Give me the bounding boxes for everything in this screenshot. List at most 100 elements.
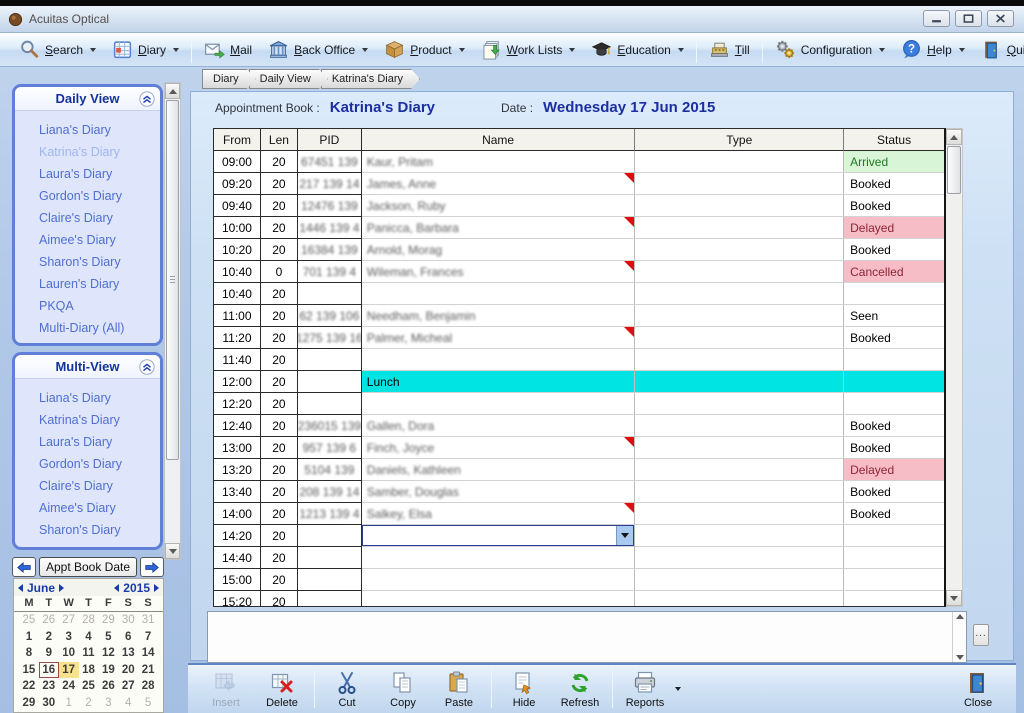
paste-button[interactable]: Paste	[431, 666, 487, 712]
cell-len[interactable]: 20	[261, 151, 298, 173]
cell-pid[interactable]	[298, 569, 362, 591]
cell-type[interactable]	[635, 349, 844, 371]
calendar-day[interactable]: 6	[118, 629, 138, 646]
calendar-day[interactable]: 22	[19, 678, 39, 695]
calendar-day-today[interactable]: 16	[39, 662, 59, 679]
cell-name[interactable]: Finch, Joyce	[362, 437, 636, 459]
calendar-day[interactable]: 7	[138, 629, 158, 646]
scroll-up-arrow[interactable]	[165, 83, 180, 99]
cell-from[interactable]: 13:20	[214, 459, 261, 481]
calendar-day[interactable]: 28	[138, 678, 158, 695]
cell-from[interactable]: 11:40	[214, 349, 261, 371]
dropdown-arrow-icon[interactable]	[879, 48, 885, 52]
breadcrumb-tab-katrina-s-diary[interactable]: Katrina's Diary	[321, 69, 420, 89]
calendar-day[interactable]: 4	[118, 695, 138, 712]
cell-status[interactable]	[844, 371, 944, 393]
calendar-day[interactable]: 26	[39, 612, 59, 629]
cell-type[interactable]	[635, 261, 844, 283]
cell-status[interactable]: Booked	[844, 173, 944, 195]
cell-len[interactable]: 20	[261, 239, 298, 261]
name-combobox[interactable]	[362, 525, 636, 547]
cell-pid[interactable]: 957 139 6	[298, 437, 362, 459]
cell-type[interactable]	[635, 393, 844, 415]
calendar-day[interactable]: 29	[98, 612, 118, 629]
cell-status[interactable]: Delayed	[844, 459, 944, 481]
cell-status[interactable]: Booked	[844, 239, 944, 261]
scroll-down-arrow[interactable]	[946, 590, 962, 606]
cell-type[interactable]	[635, 547, 844, 569]
column-header-name[interactable]: Name	[362, 129, 636, 151]
cell-len[interactable]: 20	[261, 591, 298, 607]
prev-date-button[interactable]	[12, 557, 36, 577]
cell-name[interactable]: Needham, Benjamin	[362, 305, 636, 327]
toolbar-button-help[interactable]: ?Help	[893, 36, 973, 64]
next-month-icon[interactable]	[59, 584, 64, 592]
cell-pid[interactable]: 208 139 14	[298, 481, 362, 503]
close-diary-button[interactable]: Close	[950, 666, 1006, 712]
next-date-button[interactable]	[140, 557, 164, 577]
minimize-button[interactable]	[923, 10, 950, 27]
calendar-day[interactable]: 18	[79, 662, 99, 679]
cell-name[interactable]	[362, 525, 636, 547]
column-header-status[interactable]: Status	[844, 129, 944, 151]
cell-from[interactable]: 15:00	[214, 569, 261, 591]
cell-type[interactable]	[635, 459, 844, 481]
sidebar-item-aimee-s-diary[interactable]: Aimee's Diary	[15, 497, 160, 519]
calendar-day[interactable]: 5	[138, 695, 158, 712]
cell-name[interactable]: Palmer, Micheal	[362, 327, 636, 349]
cell-status[interactable]: Booked	[844, 503, 944, 525]
combobox-dropdown-button[interactable]	[616, 526, 633, 545]
notes-input[interactable]	[208, 612, 952, 662]
cell-name[interactable]: Kaur, Pritam	[362, 151, 636, 173]
calendar-day[interactable]: 15	[19, 662, 39, 679]
toolbar-button-configuration[interactable]: Configuration	[767, 36, 893, 64]
calendar-day[interactable]: 5	[98, 629, 118, 646]
cell-type[interactable]	[635, 591, 844, 607]
cell-from[interactable]: 11:20	[214, 327, 261, 349]
cell-status[interactable]: Seen	[844, 305, 944, 327]
dropdown-arrow-icon[interactable]	[678, 48, 684, 52]
cell-len[interactable]: 20	[261, 305, 298, 327]
calendar-day[interactable]: 30	[118, 612, 138, 629]
toolbar-button-back-office[interactable]: Back Office	[260, 36, 376, 64]
calendar-day[interactable]: 28	[79, 612, 99, 629]
grid-scrollbar[interactable]	[946, 128, 963, 607]
copy-button[interactable]: Copy	[375, 666, 431, 712]
cell-from[interactable]: 09:20	[214, 173, 261, 195]
calendar-day[interactable]: 1	[59, 695, 79, 712]
calendar-day[interactable]: 29	[19, 695, 39, 712]
cell-from[interactable]: 10:00	[214, 217, 261, 239]
cell-pid[interactable]	[298, 371, 362, 393]
cell-pid[interactable]: 217 139 14	[298, 173, 362, 195]
cell-name[interactable]	[362, 349, 636, 371]
cell-name[interactable]: Wileman, Frances	[362, 261, 636, 283]
prev-month-icon[interactable]	[18, 584, 23, 592]
cell-len[interactable]: 20	[261, 503, 298, 525]
cell-pid[interactable]: 1275 139 16	[298, 327, 362, 349]
cell-len[interactable]: 20	[261, 459, 298, 481]
toolbar-button-diary[interactable]: Diary	[104, 36, 187, 64]
dropdown-arrow-icon[interactable]	[675, 687, 681, 691]
cell-pid[interactable]	[298, 547, 362, 569]
cell-name[interactable]	[362, 393, 636, 415]
sidebar-item-claire-s-diary[interactable]: Claire's Diary	[15, 475, 160, 497]
cell-from[interactable]: 14:20	[214, 525, 261, 547]
sidebar-item-laura-s-diary[interactable]: Laura's Diary	[15, 163, 160, 185]
cell-pid[interactable]: 62 139 106	[298, 305, 362, 327]
cell-len[interactable]: 20	[261, 173, 298, 195]
cell-name[interactable]: Jackson, Ruby	[362, 195, 636, 217]
cell-status[interactable]	[844, 569, 944, 591]
cell-pid[interactable]: 5104 139	[298, 459, 362, 481]
cell-from[interactable]: 12:40	[214, 415, 261, 437]
cell-type[interactable]	[635, 195, 844, 217]
breadcrumb-tab-diary[interactable]: Diary	[202, 69, 256, 89]
cell-status[interactable]: Booked	[844, 327, 944, 349]
maximize-button[interactable]	[955, 10, 982, 27]
cell-pid[interactable]	[298, 349, 362, 371]
cell-pid[interactable]	[298, 283, 362, 305]
calendar-day[interactable]: 25	[19, 612, 39, 629]
sidebar-item-claire-s-diary[interactable]: Claire's Diary	[15, 207, 160, 229]
sidebar-item-sharon-s-diary[interactable]: Sharon's Diary	[15, 519, 160, 541]
calendar-day[interactable]: 27	[59, 612, 79, 629]
calendar-day[interactable]: 9	[39, 645, 59, 662]
